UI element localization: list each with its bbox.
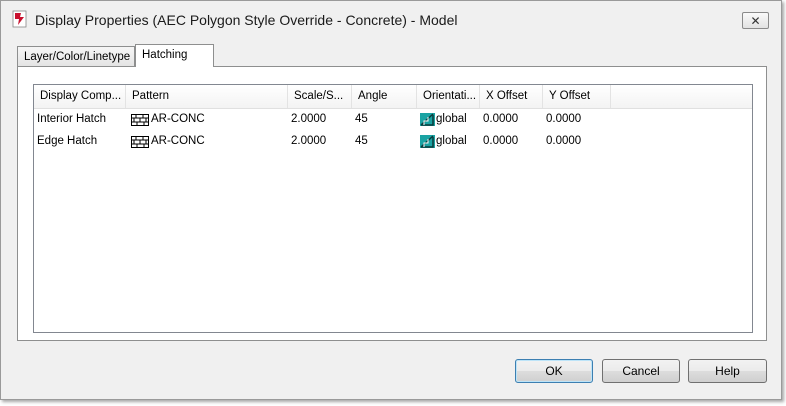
cell-angle[interactable]: 45 — [352, 109, 417, 131]
hatch-pattern-icon — [131, 136, 149, 148]
column-header-orientation[interactable]: Orientati... — [417, 85, 480, 108]
close-button[interactable]: ✕ — [742, 12, 769, 29]
tab-layer-color-linetype[interactable]: Layer/Color/Linetype — [17, 46, 135, 66]
close-icon: ✕ — [750, 13, 761, 28]
cell-display-component: Edge Hatch — [37, 135, 98, 147]
hatching-tab-panel: Display Comp... Pattern Scale/S... Angle… — [17, 66, 767, 341]
tab-hatching[interactable]: Hatching — [135, 44, 214, 67]
ok-button[interactable]: OK — [515, 359, 593, 383]
hatch-pattern-icon — [131, 114, 149, 126]
column-header-scale[interactable]: Scale/S... — [288, 85, 352, 108]
cell-pattern[interactable]: AR-CONC — [128, 109, 288, 131]
cell-scale[interactable]: 2.0000 — [288, 109, 352, 131]
column-header-y-offset[interactable]: Y Offset — [543, 85, 611, 108]
pattern-value: AR-CONC — [151, 113, 205, 125]
cell-y-offset[interactable]: 0.0000 — [543, 109, 611, 131]
cell-x-offset[interactable]: 0.0000 — [480, 109, 543, 131]
cell-orientation[interactable]: global — [417, 131, 480, 153]
display-component-list[interactable]: Display Comp... Pattern Scale/S... Angle… — [33, 84, 753, 333]
cell-pattern[interactable]: AR-CONC — [128, 131, 288, 153]
list-row-interior-hatch[interactable]: Interior Hatch AR-CONC 2.0000 45 global … — [34, 109, 752, 131]
column-header-pattern[interactable]: Pattern — [126, 85, 288, 108]
title-bar[interactable]: Display Properties (AEC Polygon Style Ov… — [1, 1, 781, 39]
autocad-app-icon — [12, 10, 27, 28]
list-row-edge-hatch[interactable]: Edge Hatch AR-CONC 2.0000 45 global 0.00… — [34, 131, 752, 153]
cell-x-offset[interactable]: 0.0000 — [480, 131, 543, 153]
help-button[interactable]: Help — [688, 359, 767, 383]
orientation-value: global — [436, 113, 467, 125]
list-header: Display Comp... Pattern Scale/S... Angle… — [34, 85, 752, 109]
dialog-window: Display Properties (AEC Polygon Style Ov… — [0, 0, 782, 400]
column-header-x-offset[interactable]: X Offset — [480, 85, 543, 108]
orientation-global-icon — [420, 113, 435, 126]
column-header-angle[interactable]: Angle — [352, 85, 417, 108]
cell-orientation[interactable]: global — [417, 109, 480, 131]
cell-y-offset[interactable]: 0.0000 — [543, 131, 611, 153]
column-header-display-component[interactable]: Display Comp... — [34, 85, 126, 108]
cell-scale[interactable]: 2.0000 — [288, 131, 352, 153]
window-title: Display Properties (AEC Polygon Style Ov… — [35, 12, 458, 28]
orientation-value: global — [436, 135, 467, 147]
cell-angle[interactable]: 45 — [352, 131, 417, 153]
pattern-value: AR-CONC — [151, 135, 205, 147]
orientation-global-icon — [420, 135, 435, 148]
cell-display-component: Interior Hatch — [37, 113, 107, 125]
cancel-button[interactable]: Cancel — [602, 359, 680, 383]
